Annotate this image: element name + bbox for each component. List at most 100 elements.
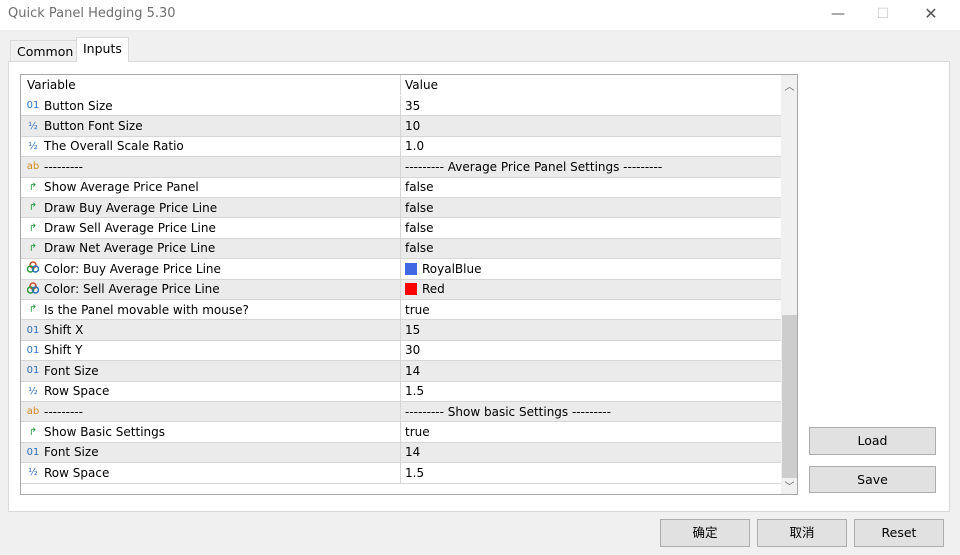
variable-name: Row Space (44, 465, 110, 480)
value-cell[interactable]: --------- Show basic Settings --------- (401, 405, 611, 419)
value-text: false (405, 241, 434, 256)
value-text: 10 (405, 119, 421, 134)
maximize-button[interactable]: ☐ (868, 4, 898, 24)
value-cell[interactable]: false (401, 201, 434, 215)
variable-cell: 01 Font Size (21, 442, 401, 463)
table-row[interactable]: 01 Font Size 14 (21, 361, 781, 382)
variable-cell: ½ The Overall Scale Ratio (21, 136, 401, 157)
load-button[interactable]: Load (809, 427, 936, 455)
bool-icon: ↱ (28, 181, 38, 193)
int-icon: 01 (26, 344, 40, 356)
table-row[interactable]: ab --------- --------- Show basic Settings… (21, 402, 781, 423)
variable-cell: ab --------- (21, 402, 401, 422)
bool-icon: ↱ (28, 242, 38, 254)
value-cell[interactable]: false (401, 180, 434, 194)
value-cell[interactable]: RoyalBlue (401, 262, 481, 276)
tab-common[interactable]: Common (10, 40, 81, 63)
value-cell[interactable]: 15 (401, 323, 420, 337)
string-icon: ab (26, 161, 40, 173)
table-row[interactable]: 01 Font Size 14 (21, 442, 781, 464)
variable-cell: Color: Buy Average Price Line (21, 259, 401, 279)
value-text: 1.5 (405, 465, 425, 480)
value-text: 14 (405, 445, 421, 460)
int-icon: 01 (26, 446, 40, 458)
scrollbar-thumb[interactable] (782, 315, 797, 478)
cancel-button[interactable]: 取消 (757, 519, 847, 547)
value-cell[interactable]: 14 (401, 364, 420, 378)
int-icon: 01 (26, 324, 40, 336)
table-row[interactable]: ½ Button Font Size 10 (21, 116, 781, 137)
value-cell[interactable]: true (401, 303, 430, 317)
variable-cell: ½ Button Font Size (21, 116, 401, 136)
scroll-up-icon[interactable]: ︿ (781, 78, 797, 93)
save-button[interactable]: Save (809, 466, 936, 493)
color-swatch (405, 283, 417, 296)
table-row[interactable]: ↱ Show Average Price Panel false (21, 177, 781, 198)
variable-cell: 01 Shift Y (21, 340, 401, 361)
variable-name: Font Size (44, 445, 99, 460)
bool-icon: ↱ (28, 222, 38, 234)
value-text: true (405, 425, 430, 440)
table-row[interactable]: ½ Row Space 1.5 (21, 463, 781, 484)
variable-name: Draw Net Average Price Line (44, 241, 216, 256)
value-cell[interactable]: 1.5 (401, 384, 424, 398)
reset-button[interactable]: Reset (854, 519, 944, 547)
scroll-down-icon[interactable]: ﹀ (781, 478, 797, 493)
close-button[interactable]: ✕ (916, 4, 946, 24)
table-row[interactable]: ½ Row Space 1.5 (21, 381, 781, 402)
table-row[interactable]: ab --------- --------- Average Price Panel… (21, 157, 781, 178)
minimize-button[interactable]: — (823, 4, 853, 24)
variable-cell: ↱ Draw Buy Average Price Line (21, 198, 401, 218)
variable-cell: ↱ Draw Sell Average Price Line (21, 218, 401, 238)
value-cell[interactable]: 14 (401, 445, 420, 459)
table-row[interactable]: 01 Shift X 15 (21, 320, 781, 341)
variable-cell: ↱ Is the Panel movable with mouse? (21, 300, 401, 320)
variable-cell: 01 Font Size (21, 361, 401, 381)
variable-name: Show Average Price Panel (44, 180, 199, 195)
int-icon: 01 (26, 365, 40, 377)
value-text: false (405, 180, 434, 195)
variable-name: Show Basic Settings (44, 425, 165, 440)
bool-icon: ↱ (28, 426, 38, 438)
value-cell[interactable]: 1.5 (401, 466, 424, 480)
color-icon (25, 261, 41, 276)
table-row[interactable]: ↱ Show Basic Settings true (21, 422, 781, 443)
value-cell[interactable]: 10 (401, 119, 420, 133)
variable-cell: Color: Sell Average Price Line (21, 279, 401, 299)
variable-cell: 01 Button Size (21, 96, 401, 116)
value-cell[interactable]: 35 (401, 99, 420, 113)
variable-name: Button Size (44, 98, 113, 113)
value-cell[interactable]: false (401, 241, 434, 255)
value-text: false (405, 221, 434, 236)
table-row[interactable]: 01 Button Size 35 (21, 96, 781, 117)
double-icon: ½ (28, 467, 38, 479)
value-cell[interactable]: false (401, 221, 434, 235)
value-text: true (405, 302, 430, 317)
variable-name: Font Size (44, 363, 99, 378)
table-row[interactable]: ↱ Is the Panel movable with mouse? true (21, 300, 781, 321)
table-row[interactable]: 01 Shift Y 30 (21, 340, 781, 362)
value-cell[interactable]: true (401, 425, 430, 439)
value-text: RoyalBlue (422, 261, 482, 276)
value-text: false (405, 200, 434, 215)
variable-name: --------- (44, 159, 83, 174)
table-row[interactable]: ↱ Draw Sell Average Price Line false (21, 218, 781, 239)
variable-name: Draw Buy Average Price Line (44, 200, 218, 215)
variable-name: Is the Panel movable with mouse? (44, 302, 249, 317)
table-row[interactable]: ↱ Draw Buy Average Price Line false (21, 198, 781, 219)
table-row[interactable]: Color: Buy Average Price Line RoyalBlue (21, 259, 781, 280)
ok-button[interactable]: 确定 (660, 519, 750, 547)
header-variable[interactable]: Variable (21, 75, 401, 96)
tab-inputs[interactable]: Inputs (76, 37, 129, 62)
value-cell[interactable]: 1.0 (401, 139, 424, 153)
value-cell[interactable]: 30 (401, 343, 420, 357)
table-row[interactable]: Color: Sell Average Price Line Red (21, 279, 781, 300)
header-value[interactable]: Value (401, 78, 438, 92)
value-cell[interactable]: --------- Average Price Panel Settings -… (401, 160, 662, 174)
value-cell[interactable]: Red (401, 282, 445, 296)
vertical-scrollbar[interactable]: ︿ ﹀ (781, 75, 797, 494)
table-row[interactable]: ↱ Draw Net Average Price Line false (21, 238, 781, 260)
bool-icon: ↱ (28, 202, 38, 214)
table-row[interactable]: ½ The Overall Scale Ratio 1.0 (21, 136, 781, 158)
double-icon: ½ (28, 120, 38, 132)
